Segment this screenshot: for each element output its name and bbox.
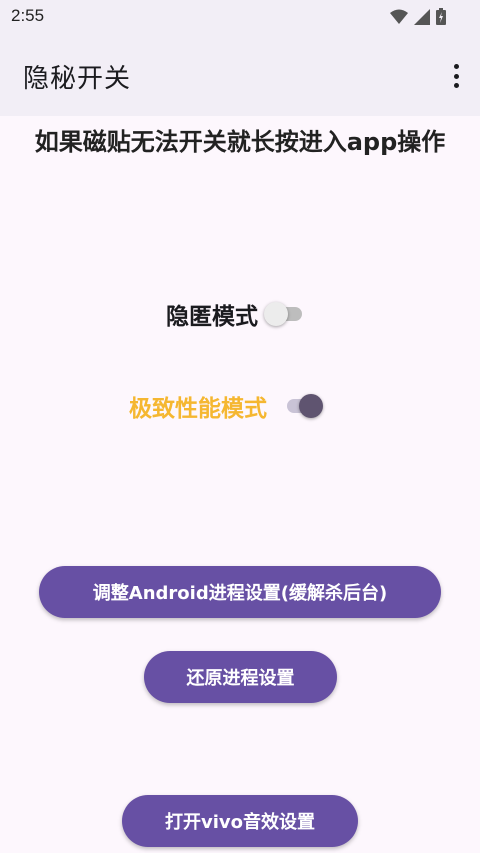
app-bar: 隐秘开关	[0, 32, 480, 116]
status-time: 2:55	[11, 6, 45, 25]
battery-icon	[436, 8, 446, 25]
performance-mode-switch[interactable]	[283, 394, 323, 418]
hint-text: 如果磁贴无法开关就长按进入app操作	[34, 128, 446, 156]
app-title: 隐秘开关	[23, 64, 132, 94]
status-bar: 2:55	[0, 0, 480, 32]
status-icons	[390, 8, 446, 25]
performance-mode-row: 极致性能模式	[129, 389, 323, 423]
performance-mode-label: 极致性能模式	[129, 396, 267, 422]
more-vert-icon[interactable]	[450, 64, 462, 88]
stealth-mode-row: 隐匿模式	[166, 297, 304, 331]
restore-process-settings-button[interactable]: 还原进程设置	[144, 651, 337, 703]
adjust-process-settings-button[interactable]: 调整Android进程设置(缓解杀后台)	[39, 566, 441, 618]
stealth-mode-label: 隐匿模式	[166, 304, 258, 330]
open-vivo-audio-settings-button[interactable]: 打开vivo音效设置	[122, 795, 358, 847]
stealth-mode-switch[interactable]	[264, 302, 304, 326]
signal-icon	[414, 8, 430, 25]
wifi-icon	[390, 9, 408, 24]
